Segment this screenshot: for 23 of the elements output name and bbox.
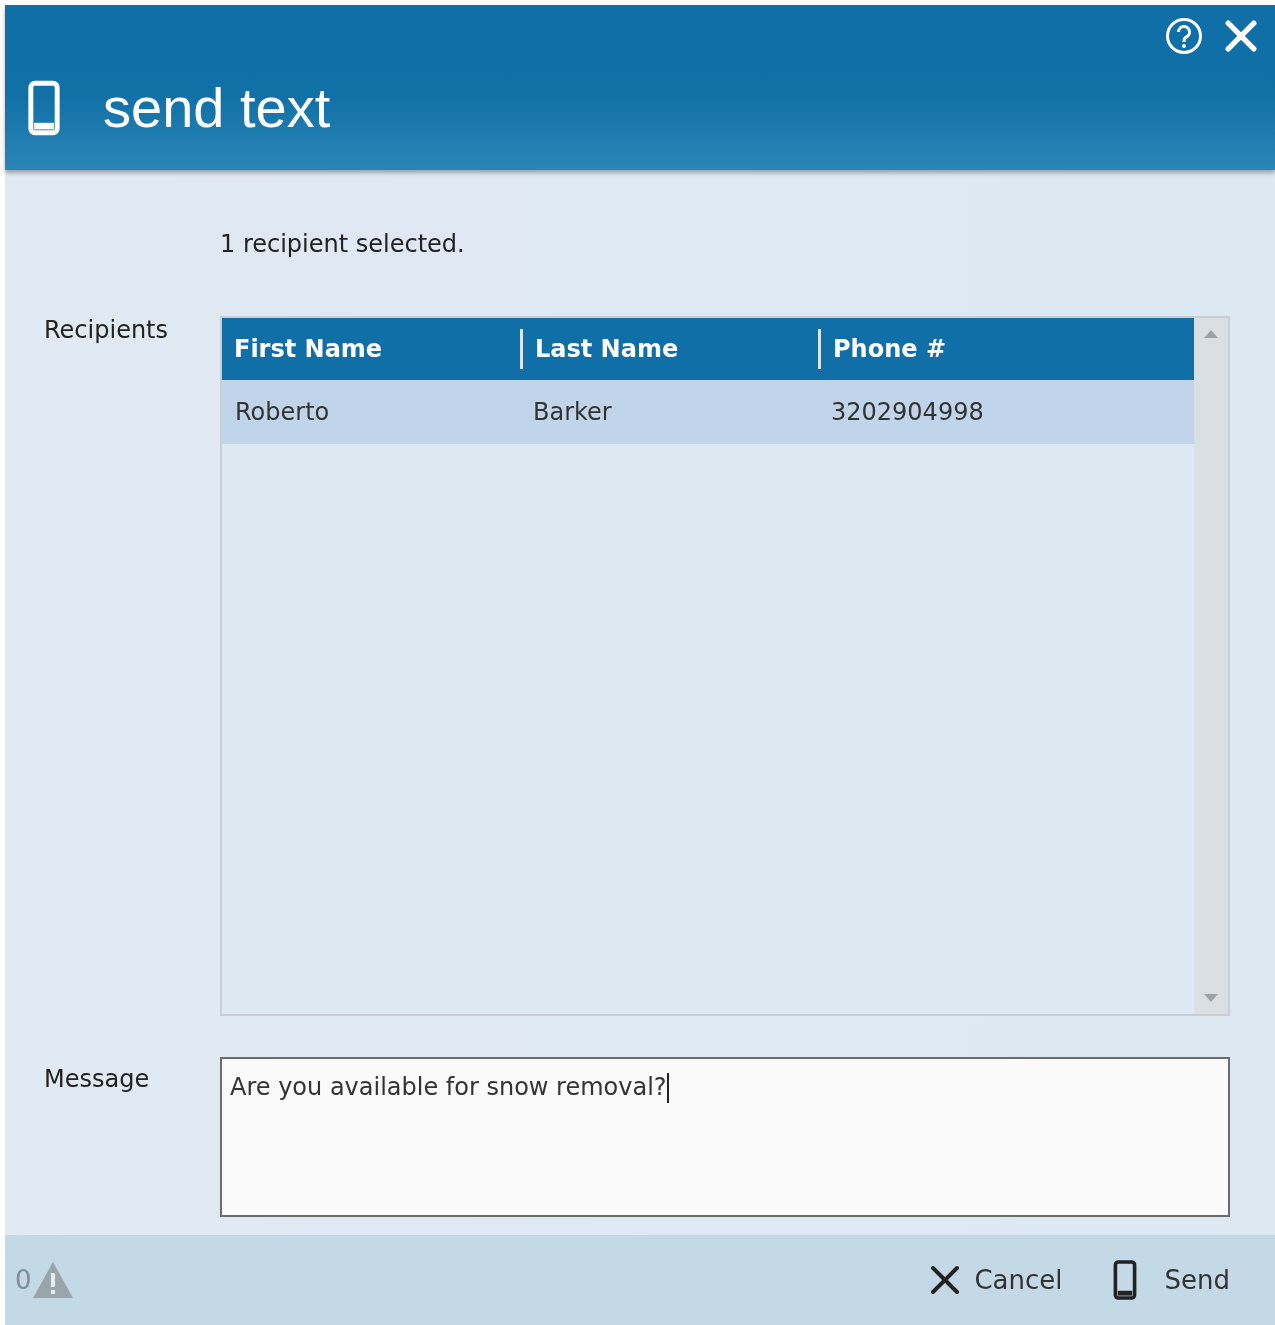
cancel-icon bbox=[930, 1265, 961, 1295]
cancel-button[interactable]: Cancel bbox=[930, 1265, 1063, 1295]
table-cell-text: 3202904998 bbox=[830, 397, 985, 426]
table-cell-text: Barker bbox=[532, 397, 613, 426]
message-label: Message bbox=[43, 1065, 151, 1096]
scroll-up-icon[interactable] bbox=[1204, 329, 1218, 338]
scrollbar[interactable] bbox=[1194, 317, 1228, 1014]
phone-icon bbox=[1112, 1259, 1137, 1301]
table-cell-text: Roberto bbox=[234, 397, 331, 426]
send-button[interactable]: Send bbox=[1112, 1259, 1230, 1301]
column-header[interactable]: First Name bbox=[222, 328, 520, 369]
scroll-down-icon[interactable] bbox=[1204, 993, 1218, 1002]
help-icon[interactable] bbox=[1165, 17, 1203, 55]
recipient-row[interactable]: Roberto Barker 3202904998 bbox=[222, 379, 1194, 444]
recipients-label: Recipients bbox=[43, 315, 170, 346]
selection-summary: 1 recipient selected. bbox=[220, 230, 466, 260]
window-title: send text bbox=[103, 75, 331, 140]
warning-count: 0 bbox=[15, 1265, 32, 1295]
close-icon bbox=[1225, 20, 1257, 52]
warning-icon bbox=[31, 1261, 74, 1299]
phone-icon bbox=[27, 79, 61, 136]
column-header[interactable]: Last Name bbox=[520, 328, 818, 369]
message-field[interactable]: Are you available for snow removal? bbox=[220, 1057, 1230, 1218]
